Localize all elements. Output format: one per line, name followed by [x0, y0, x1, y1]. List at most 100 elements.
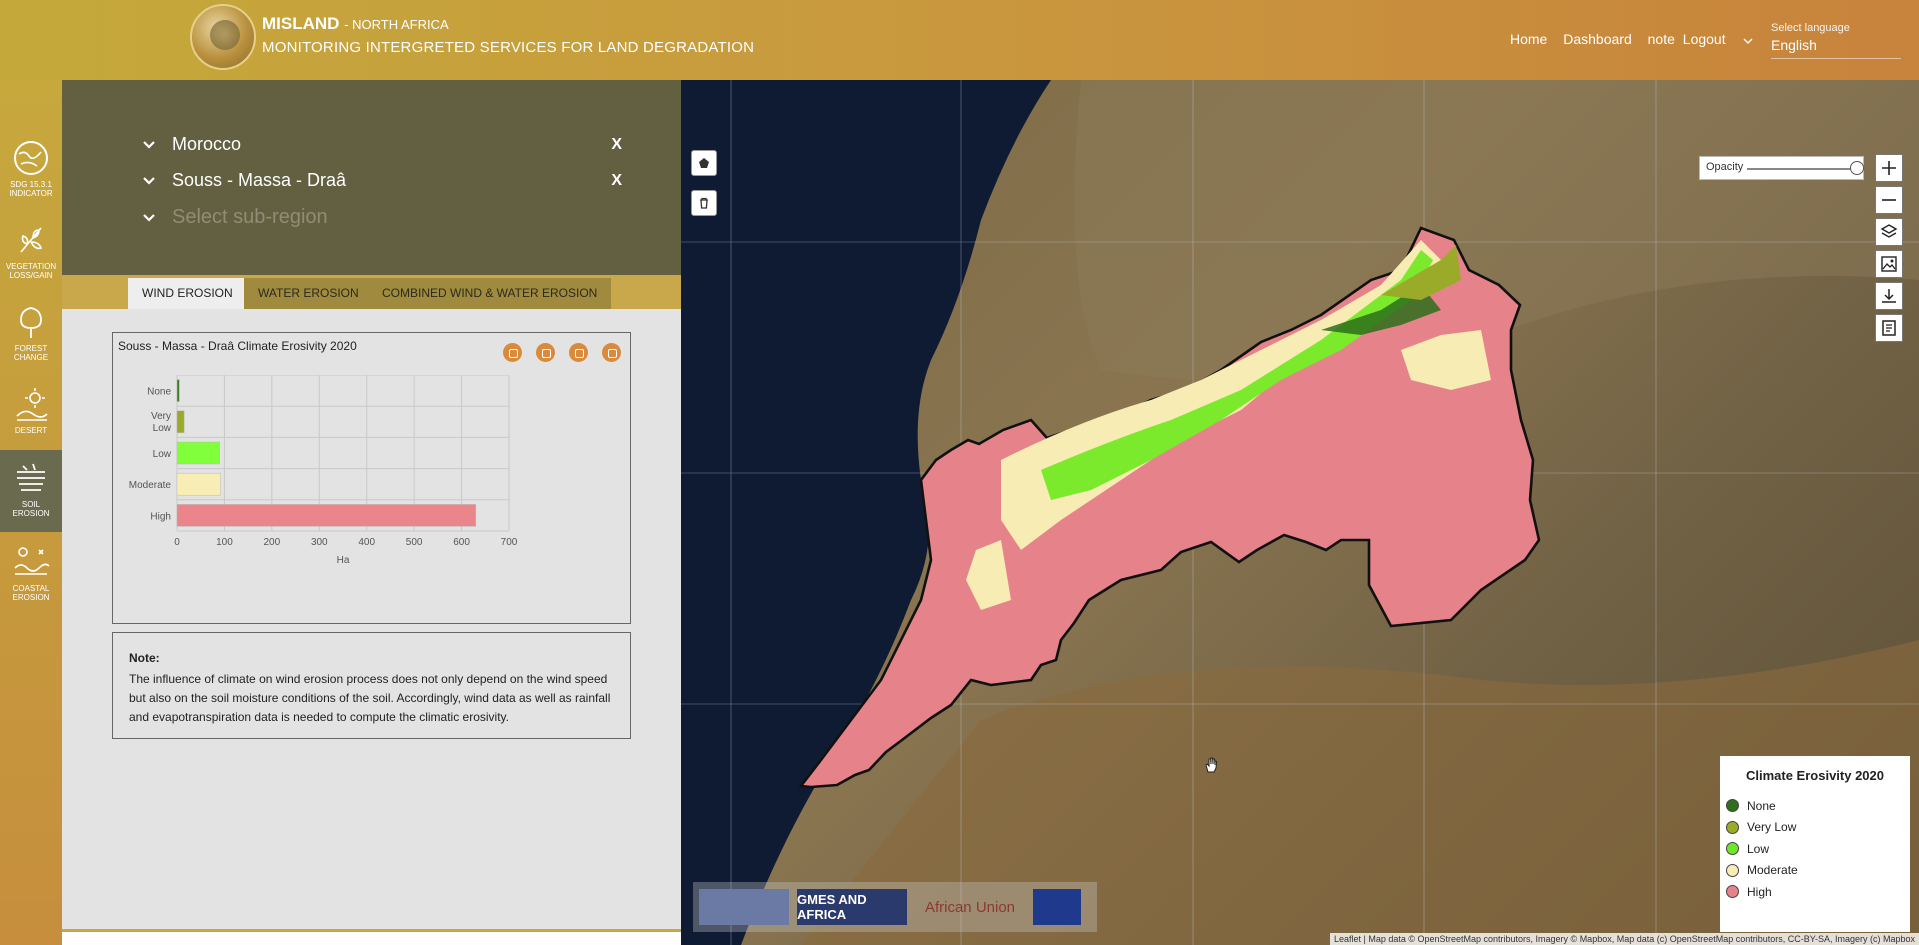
tree-icon	[20, 307, 42, 338]
basemap-button[interactable]	[1875, 250, 1903, 278]
sidebar-label: SOIL	[21, 500, 41, 509]
x-tick-label: 200	[264, 537, 281, 548]
bar	[176, 504, 477, 527]
sidebar-item-coastal-erosion[interactable]: COASTAL EROSION	[0, 534, 62, 616]
partner-logo-gmes: GMES AND AFRICA	[797, 889, 907, 925]
legend-item: None	[1720, 795, 1910, 817]
opacity-slider-handle[interactable]	[1850, 161, 1864, 175]
legend-swatch	[1726, 885, 1739, 899]
legend-label: High	[1747, 884, 1772, 899]
minus-icon	[1882, 199, 1896, 201]
sidebar-item-desert[interactable]: DESERT	[0, 376, 62, 458]
legend-label: Moderate	[1747, 863, 1798, 878]
document-icon	[1882, 320, 1896, 336]
chevron-down-icon[interactable]	[142, 174, 156, 188]
erosion-tabs: WIND EROSION WATER EROSION COMBINED WIND…	[62, 275, 681, 309]
plant-icon	[20, 227, 43, 253]
trash-icon	[700, 197, 708, 209]
draw-polygon-button[interactable]	[691, 150, 717, 176]
sidebar-item-soil-erosion[interactable]: SOIL EROSION	[0, 450, 62, 532]
top-nav: Home Dashboard note Logout	[1510, 31, 1738, 47]
legend-label: None	[1747, 798, 1776, 813]
chevron-down-icon[interactable]	[142, 211, 156, 225]
bar	[176, 441, 220, 465]
sidebar-item-forest[interactable]: FOREST CHANGE	[0, 294, 62, 376]
download-icon	[1882, 289, 1896, 303]
region-value: Souss - Massa - Draâ	[172, 170, 347, 190]
x-tick-label: 500	[406, 537, 423, 548]
sidebar-label: LOSS/GAIN	[9, 271, 53, 280]
sidebar-label: EROSION	[12, 593, 50, 602]
report-button[interactable]	[1875, 314, 1903, 342]
brand-subtitle: MONITORING INTERGRETED SERVICES FOR LAND…	[262, 39, 755, 56]
legend-item: Moderate	[1720, 860, 1910, 882]
country-select[interactable]: Morocco X	[142, 134, 622, 155]
image-icon	[1881, 256, 1897, 272]
legend-label: Low	[1747, 841, 1770, 856]
brand-title: MISLAND - NORTH AFRICA	[262, 14, 754, 34]
legend-label: Very Low	[1747, 820, 1797, 835]
x-tick-label: 700	[501, 537, 518, 548]
remove-country-button[interactable]: X	[611, 136, 622, 154]
legend-item: High	[1720, 881, 1910, 903]
opacity-slider-track[interactable]	[1747, 168, 1855, 170]
zoom-out-button[interactable]	[1875, 186, 1903, 214]
legend-title: Climate Erosivity 2020	[1745, 768, 1885, 783]
x-tick-label: 100	[216, 537, 233, 548]
sidebar-label: CHANGE	[13, 353, 49, 362]
region-select[interactable]: Souss - Massa - Draâ X	[142, 170, 622, 191]
y-tick-label: Moderate	[129, 480, 172, 491]
tab-water-erosion[interactable]: WATER EROSION	[244, 278, 373, 309]
y-tick-label: High	[150, 511, 171, 522]
sidebar: SDG 15.3.1 INDICATOR VEGETATION LOSS/GAIN …	[0, 80, 62, 945]
nav-note[interactable]: note	[1648, 31, 1675, 47]
nav-logout[interactable]: Logout	[1683, 31, 1726, 47]
sidebar-label: FOREST	[14, 344, 48, 353]
partner-logo-african-union: African Union	[924, 898, 1016, 916]
tab-combined-erosion[interactable]: COMBINED WIND & WATER EROSION	[368, 278, 612, 309]
map-attribution[interactable]: Leaflet | Map data © OpenStreetMap contr…	[1329, 933, 1919, 945]
info-icon[interactable]	[536, 343, 555, 362]
polygon-icon	[699, 158, 709, 168]
delete-shape-button[interactable]	[691, 190, 717, 216]
layers-button[interactable]	[1875, 218, 1903, 246]
nav-dashboard[interactable]: Dashboard	[1563, 31, 1632, 47]
subregion-select[interactable]: Select sub-region	[142, 206, 622, 229]
app-header: MISLAND - NORTH AFRICA MONITORING INTERG…	[0, 0, 1919, 80]
sidebar-item-vegetation[interactable]: VEGETATION LOSS/GAIN	[0, 212, 62, 294]
sidebar-item-sdg[interactable]: SDG 15.3.1 INDICATOR	[0, 130, 62, 212]
coast-icon	[14, 547, 50, 575]
chart-card: Souss - Massa - Draâ Climate Erosivity 2…	[112, 332, 631, 624]
language-select[interactable]: Select language English	[1771, 22, 1901, 59]
globe-icon	[14, 141, 48, 175]
map-view[interactable]: Opacity Climate Erosivity 2020 None Very…	[681, 80, 1919, 945]
chevron-down-icon[interactable]	[1743, 36, 1753, 46]
erosion-icon	[17, 463, 45, 491]
refresh-icon[interactable]	[569, 343, 588, 362]
language-value: English	[1771, 37, 1817, 53]
y-tick-label: Very	[151, 411, 171, 422]
x-tick-label: 0	[174, 537, 180, 548]
y-tick-label: Low	[153, 423, 172, 434]
chart-toolbar	[503, 343, 621, 362]
screenshot-icon[interactable]	[503, 343, 522, 362]
sidebar-label: SDG 15.3.1	[10, 180, 52, 189]
zoom-in-button[interactable]	[1875, 154, 1903, 182]
download-icon[interactable]	[602, 343, 621, 362]
remove-region-button[interactable]: X	[611, 172, 622, 190]
note-box: Note: The influence of climate on wind e…	[112, 632, 631, 739]
misland-logo[interactable]	[190, 4, 256, 70]
legend-item: Very Low	[1720, 817, 1910, 839]
language-label: Select language	[1771, 22, 1850, 34]
opacity-control[interactable]: Opacity	[1699, 156, 1864, 180]
sidebar-label: EROSION	[12, 509, 50, 518]
tab-wind-erosion[interactable]: WIND EROSION	[128, 278, 247, 309]
brand: MISLAND - NORTH AFRICA MONITORING INTERG…	[262, 14, 754, 56]
chevron-down-icon[interactable]	[142, 138, 156, 152]
nav-home[interactable]: Home	[1510, 31, 1547, 47]
sidebar-label: INDICATOR	[9, 189, 53, 198]
y-tick-label: Low	[153, 449, 172, 460]
sidebar-label: DESERT	[14, 426, 48, 435]
x-axis-label: Ha	[337, 555, 350, 566]
download-map-button[interactable]	[1875, 282, 1903, 310]
